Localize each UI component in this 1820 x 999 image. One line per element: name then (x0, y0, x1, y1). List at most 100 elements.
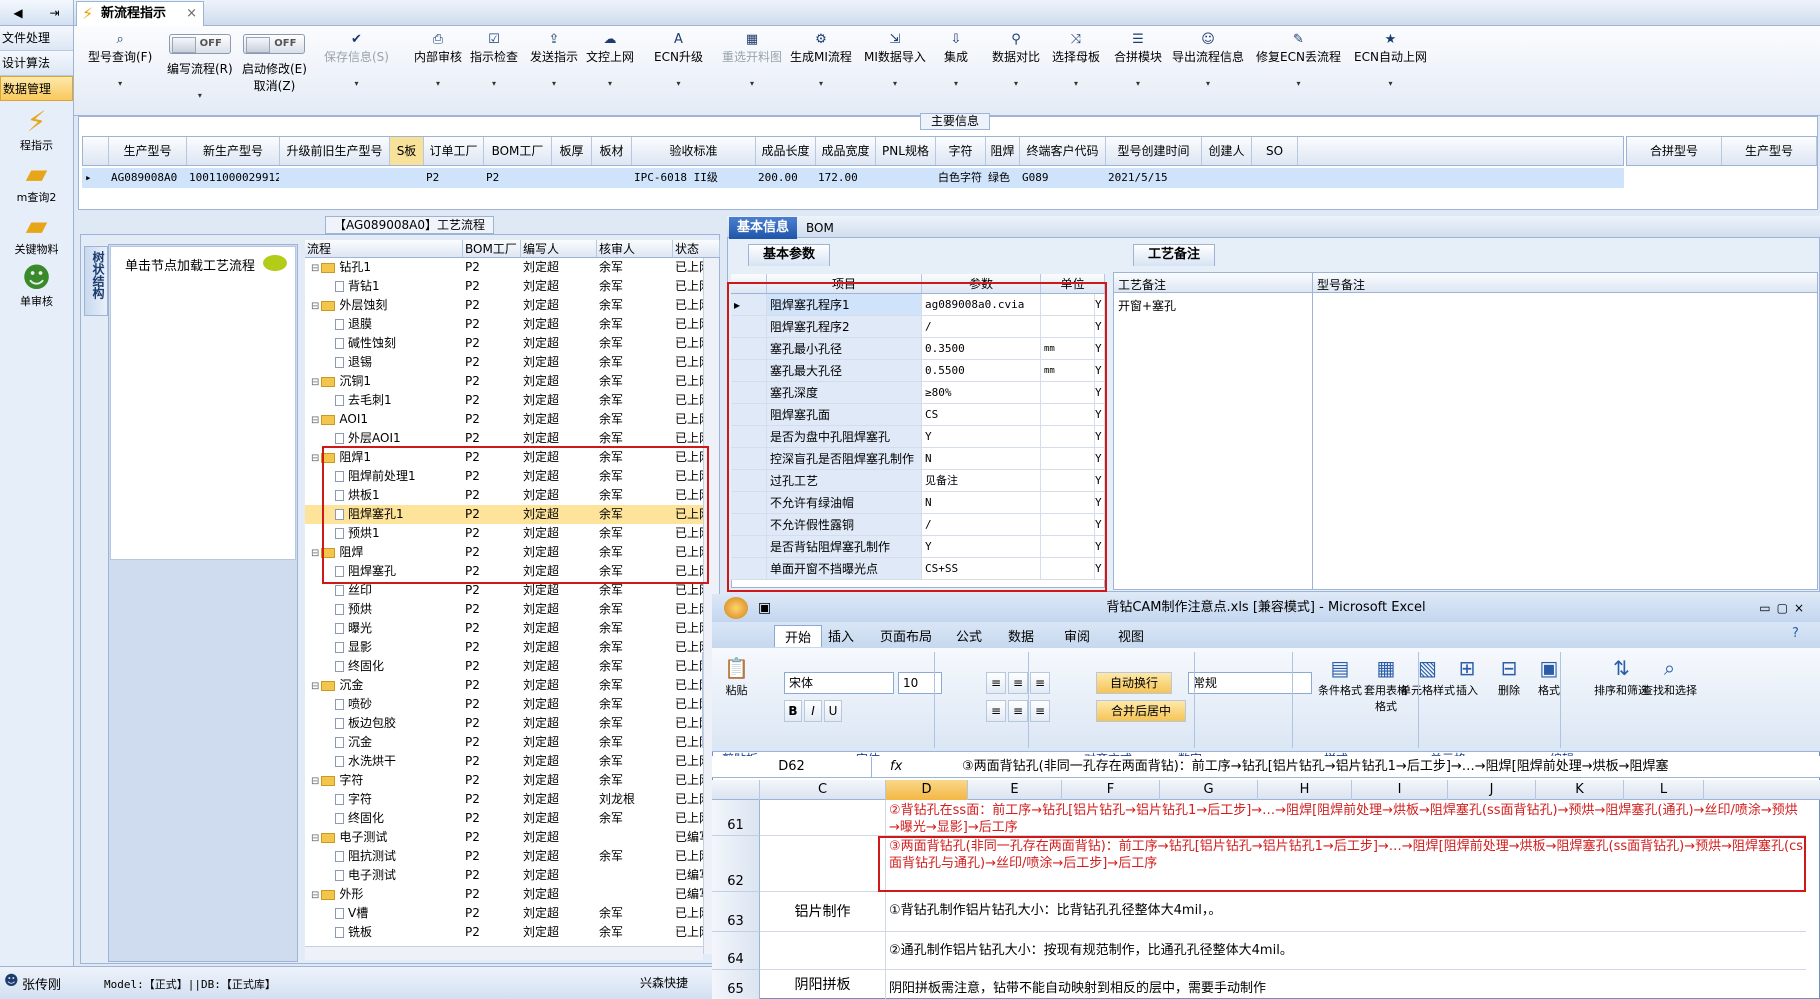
office-button-icon[interactable] (724, 597, 748, 619)
tree-row[interactable]: 碱性蚀刻 P2 刘定超 余军 已上网 (305, 334, 703, 353)
cell-c[interactable]: 阴阳拼板 (760, 970, 886, 999)
tree-row[interactable]: 字符 P2 刘定超 刘龙根 已上网 (305, 790, 703, 809)
main-cell[interactable] (1251, 168, 1297, 188)
tree-row[interactable]: ⊟ 外层蚀刻 P2 刘定超 余军 已上网 (305, 296, 703, 315)
align-button[interactable]: ≡ (986, 700, 1006, 722)
ribbon-tab-5[interactable]: 审阅 (1064, 626, 1090, 645)
toolbar-button-16[interactable]: ☺ 导出流程信息 ▾ (1172, 32, 1244, 88)
row-number[interactable]: 65 (712, 970, 760, 999)
row-number[interactable]: 61 (712, 800, 760, 836)
tree-row[interactable]: 水洗烘干 P2 刘定超 余军 已上网 (305, 752, 703, 771)
column-header[interactable]: C (760, 780, 886, 800)
tree-row[interactable]: ⊟ 字符 P2 刘定超 余军 已上网 (305, 771, 703, 790)
toolbar-button-14[interactable]: ⤨ 选择母板 ▾ (1052, 32, 1100, 88)
tree-row[interactable]: 铣板 P2 刘定超 余军 已上网 (305, 923, 703, 942)
ribbon-button[interactable]: 📋 粘贴 (724, 654, 749, 698)
row-number[interactable]: 63 (712, 892, 760, 932)
nav-key-material[interactable]: ▰ 关键物料 (0, 211, 73, 257)
ribbon-button[interactable]: ⇅ 排序和筛选 (1594, 654, 1649, 698)
ribbon-tab-6[interactable]: 视图 (1118, 626, 1144, 645)
tree-row[interactable]: 喷砂 P2 刘定超 余军 已上网 (305, 695, 703, 714)
cell-d[interactable]: ②通孔制作铝片钻孔大小：按现有规范制作，比通孔孔径整体大4mil。 (886, 932, 1806, 970)
ribbon-button[interactable]: ⌕ 查找和选择 (1642, 654, 1697, 698)
toolbar-button-5[interactable]: ☑ 指示检查 ▾ (470, 32, 518, 88)
main-cell[interactable]: G089 (1019, 168, 1105, 188)
toggle-switch[interactable]: OFF (243, 34, 306, 54)
toolbar-button-10[interactable]: ⚙ 生成MI流程 ▾ (790, 32, 852, 88)
toolbar-button-6[interactable]: ⇪ 发送指示 ▾ (530, 32, 578, 88)
column-header[interactable]: G (1160, 780, 1258, 800)
cell-d[interactable]: ①背钻孔制作铝片钻孔大小：比背钻孔孔径整体大4mil，。 (886, 892, 1806, 932)
window-controls[interactable]: ▭▢× (1759, 594, 1810, 622)
toolbar-button-4[interactable]: ⎙ 内部审核 ▾ (414, 32, 462, 88)
tree-row[interactable]: 阻抗测试 P2 刘定超 余军 已上网 (305, 847, 703, 866)
back-arrow-icon[interactable]: ◀ (13, 6, 22, 20)
main-cell[interactable]: 200.00 (755, 168, 815, 188)
tab-process-remarks[interactable]: 工艺备注 (1133, 244, 1216, 266)
cell-c[interactable]: 铝片制作 (760, 892, 886, 932)
main-cell[interactable] (551, 168, 591, 188)
main-cell[interactable] (389, 168, 423, 188)
help-icon[interactable]: ? (1792, 626, 1799, 641)
tab-new-process[interactable]: ⚡ 新流程指示 × (76, 1, 204, 26)
align-button[interactable]: ≡ (1030, 700, 1050, 722)
align-button[interactable]: ≡ (1008, 672, 1028, 694)
tree-row[interactable]: 电子测试 P2 刘定超 已编写 (305, 866, 703, 885)
cell-d[interactable]: ②背钻孔在ss面：前工序→钻孔[铝片钻孔→铝片钻孔1→后工步]→…→阻焊[阻焊前… (886, 800, 1806, 836)
main-cell[interactable]: 绿色 (985, 168, 1019, 188)
close-icon[interactable]: × (186, 2, 197, 25)
tab-bom[interactable]: BOM (806, 218, 834, 238)
main-cell[interactable] (591, 168, 631, 188)
tree-row[interactable]: ⊟ 电子测试 P2 刘定超 已编写 (305, 828, 703, 847)
toolbar-button-12[interactable]: ⇩ 集成 ▾ (944, 32, 968, 88)
main-cell[interactable]: 2021/5/15 (1105, 168, 1201, 188)
toolbar-button-8[interactable]: A ECN升级 ▾ (654, 32, 703, 88)
fx-icon[interactable]: fx (890, 757, 902, 777)
tree-row[interactable]: 背钻1 P2 刘定超 余军 已上网 (305, 277, 703, 296)
main-cell[interactable]: 172.00 (815, 168, 875, 188)
column-header[interactable]: L (1624, 780, 1704, 800)
toolbar-button-3[interactable]: ✔ 保存信息(S) ▾ (324, 32, 389, 88)
main-cell[interactable] (279, 168, 389, 188)
tree-row[interactable]: 终固化 P2 刘定超 余军 已上网 (305, 809, 703, 828)
ribbon-tab-1[interactable]: 插入 (828, 626, 854, 645)
cell-d[interactable]: 阴阳拼板需注意，钻带不能自动映射到相反的层中，需要手动制作 (886, 970, 1806, 999)
column-header[interactable]: E (968, 780, 1062, 800)
tab-basic-params[interactable]: 基本参数 (748, 244, 831, 266)
toolbar-button-9[interactable]: ▦ 重选开料图 ▾ (722, 32, 782, 88)
nav-design-algorithm[interactable]: 设计算法 (0, 51, 73, 76)
toolbar-button-11[interactable]: ⇲ MI数据导入 ▾ (864, 32, 926, 88)
column-header[interactable]: D (886, 780, 968, 800)
nav-data-management[interactable]: 数据管理 (0, 76, 73, 101)
toolbar-button-2[interactable]: OFF 启动修改(E) 取消(Z) (242, 32, 307, 94)
cell-c[interactable] (760, 932, 886, 970)
nav-process-instruction[interactable]: ⚡ 程指示 (0, 107, 73, 153)
nav-order-review[interactable]: ☻ 单审核 (0, 263, 73, 309)
column-header[interactable]: H (1258, 780, 1352, 800)
login-icon[interactable]: ⇥ (50, 6, 60, 20)
column-header[interactable]: F (1062, 780, 1160, 800)
nav-query2[interactable]: ▰ m查询2 (0, 159, 73, 205)
ribbon-tab-3[interactable]: 公式 (956, 626, 982, 645)
toolbar-button-0[interactable]: ⌕ 型号查询(F) ▾ (88, 32, 152, 88)
number-format-combo[interactable]: 常规 (1188, 672, 1312, 694)
font-size-combo[interactable]: 10 (898, 672, 942, 694)
node-hint-box[interactable]: 单击节点加载工艺流程 (110, 246, 296, 560)
tree-row[interactable]: 板边包胶 P2 刘定超 余军 已上网 (305, 714, 703, 733)
tree-hscrollbar[interactable] (305, 946, 703, 960)
select-all-corner[interactable] (712, 780, 760, 800)
tree-row[interactable]: ⊟ AOI1 P2 刘定超 余军 已上网 (305, 410, 703, 429)
row-number[interactable]: 64 (712, 932, 760, 970)
format-B-button[interactable]: B (784, 700, 802, 722)
toolbar-button-7[interactable]: ☁ 文控上网 ▾ (586, 32, 634, 88)
main-cell[interactable] (1201, 168, 1251, 188)
merge-center-button[interactable]: 合并后居中 (1096, 700, 1186, 722)
ribbon-tab-0[interactable]: 开始 (774, 625, 823, 647)
ribbon-tab-4[interactable]: 数据 (1008, 626, 1034, 645)
tree-row[interactable]: 退锡 P2 刘定超 余军 已上网 (305, 353, 703, 372)
toolbar-button-18[interactable]: ★ ECN自动上网 ▾ (1354, 32, 1427, 88)
font-name-combo[interactable]: 宋体 (784, 672, 894, 694)
tree-row[interactable]: ⊟ 沉铜1 P2 刘定超 余军 已上网 (305, 372, 703, 391)
main-cell[interactable] (875, 168, 935, 188)
tree-row[interactable]: 沉金 P2 刘定超 余军 已上网 (305, 733, 703, 752)
